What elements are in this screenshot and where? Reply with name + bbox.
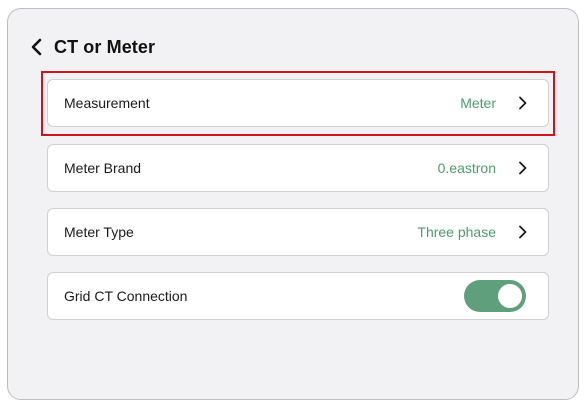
meter-type-row[interactable]: Meter Type Three phase [47,208,549,256]
meter-type-label: Meter Type [64,224,134,240]
meter-brand-row[interactable]: Meter Brand 0.eastron [47,144,549,192]
chevron-left-icon[interactable] [30,38,44,56]
grid-ct-connection-toggle[interactable] [464,280,526,312]
toggle-knob [498,284,522,308]
settings-panel [7,8,579,400]
measurement-value: Meter [460,95,496,111]
meter-type-value: Three phase [417,224,496,240]
chevron-right-icon [519,161,527,175]
grid-ct-connection-row: Grid CT Connection [47,272,549,320]
back-header[interactable]: CT or Meter [30,35,155,59]
measurement-label: Measurement [64,95,150,111]
measurement-row[interactable]: Measurement Meter [47,79,549,127]
meter-brand-value: 0.eastron [437,160,496,176]
page-title: CT or Meter [54,36,156,57]
chevron-right-icon [519,96,527,110]
chevron-right-icon [519,225,527,239]
meter-brand-label: Meter Brand [64,160,142,176]
grid-ct-connection-label: Grid CT Connection [64,288,188,304]
